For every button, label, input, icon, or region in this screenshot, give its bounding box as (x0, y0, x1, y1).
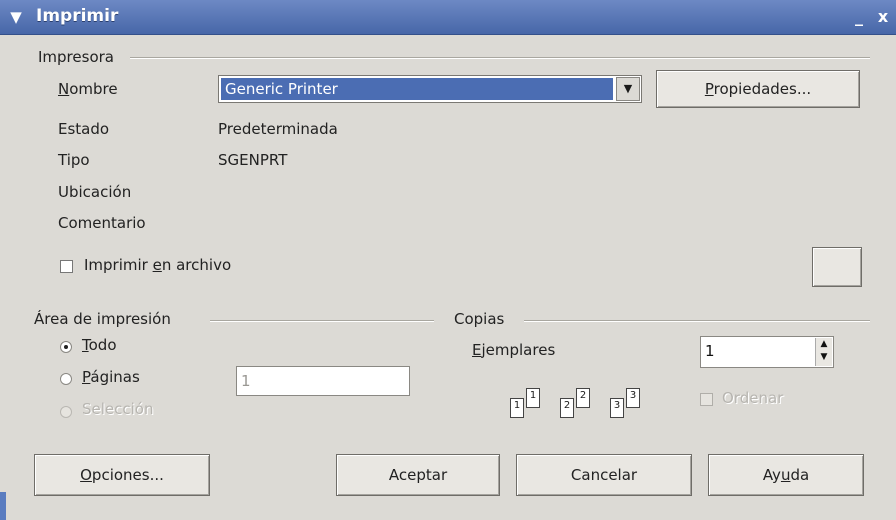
title-bar: ▼ Imprimir _ x (0, 0, 896, 35)
selection-label: Selección (82, 400, 154, 418)
print-area-divider (210, 320, 434, 322)
type-value: SGENPRT (218, 151, 288, 169)
collate-checkbox[interactable] (700, 393, 713, 406)
comment-label: Comentario (58, 214, 146, 232)
state-value: Predeterminada (218, 120, 338, 138)
printer-name-value: Generic Printer (221, 78, 613, 100)
print-to-file-label: Imprimir en archivo (84, 256, 232, 274)
printer-group-divider (130, 57, 870, 59)
close-button[interactable]: x (872, 7, 894, 27)
all-label: Todo (82, 336, 117, 354)
window-menu-icon[interactable]: ▼ (6, 7, 26, 27)
pages-input[interactable]: 1 (236, 366, 410, 396)
minimize-button[interactable]: _ (848, 7, 870, 27)
copies-group-label: Copias (454, 310, 505, 328)
page-icon: 1 (526, 388, 540, 408)
all-radio[interactable] (60, 341, 72, 353)
page-icon: 2 (576, 388, 590, 408)
copies-label: Ejemplares (472, 341, 556, 359)
type-label: Tipo (58, 151, 90, 169)
location-label: Ubicación (58, 183, 132, 201)
pages-label: Páginas (82, 368, 140, 386)
collate-illustration: 1 1 2 2 3 3 (510, 380, 660, 426)
window-title: Imprimir (36, 6, 119, 26)
print-area-group-label: Área de impresión (34, 310, 171, 328)
page-icon: 3 (626, 388, 640, 408)
selection-radio[interactable] (60, 406, 72, 418)
chevron-down-icon[interactable]: ▼ (616, 77, 640, 101)
ok-button[interactable]: Aceptar (336, 454, 500, 496)
spin-arrows-icon[interactable]: ▲ ▼ (815, 338, 832, 366)
help-button[interactable]: Ayuda (708, 454, 864, 496)
print-to-file-checkbox[interactable] (60, 260, 73, 273)
options-button[interactable]: Opciones... (34, 454, 210, 496)
window-edge (0, 492, 6, 520)
name-label: Nombre (58, 80, 118, 98)
page-icon: 1 (510, 398, 524, 418)
copies-value: 1 (705, 342, 715, 360)
state-label: Estado (58, 120, 110, 138)
copies-spinbox[interactable]: 1 ▲ ▼ (700, 336, 834, 368)
cancel-button[interactable]: Cancelar (516, 454, 692, 496)
page-icon: 3 (610, 398, 624, 418)
collate-label: Ordenar (722, 389, 784, 407)
file-browse-button[interactable] (812, 247, 862, 287)
properties-button[interactable]: Propiedades... (656, 70, 860, 108)
printer-name-combobox[interactable]: Generic Printer ▼ (218, 75, 642, 103)
page-icon: 2 (560, 398, 574, 418)
printer-group-label: Impresora (38, 48, 114, 66)
copies-divider (524, 320, 870, 322)
pages-radio[interactable] (60, 373, 72, 385)
